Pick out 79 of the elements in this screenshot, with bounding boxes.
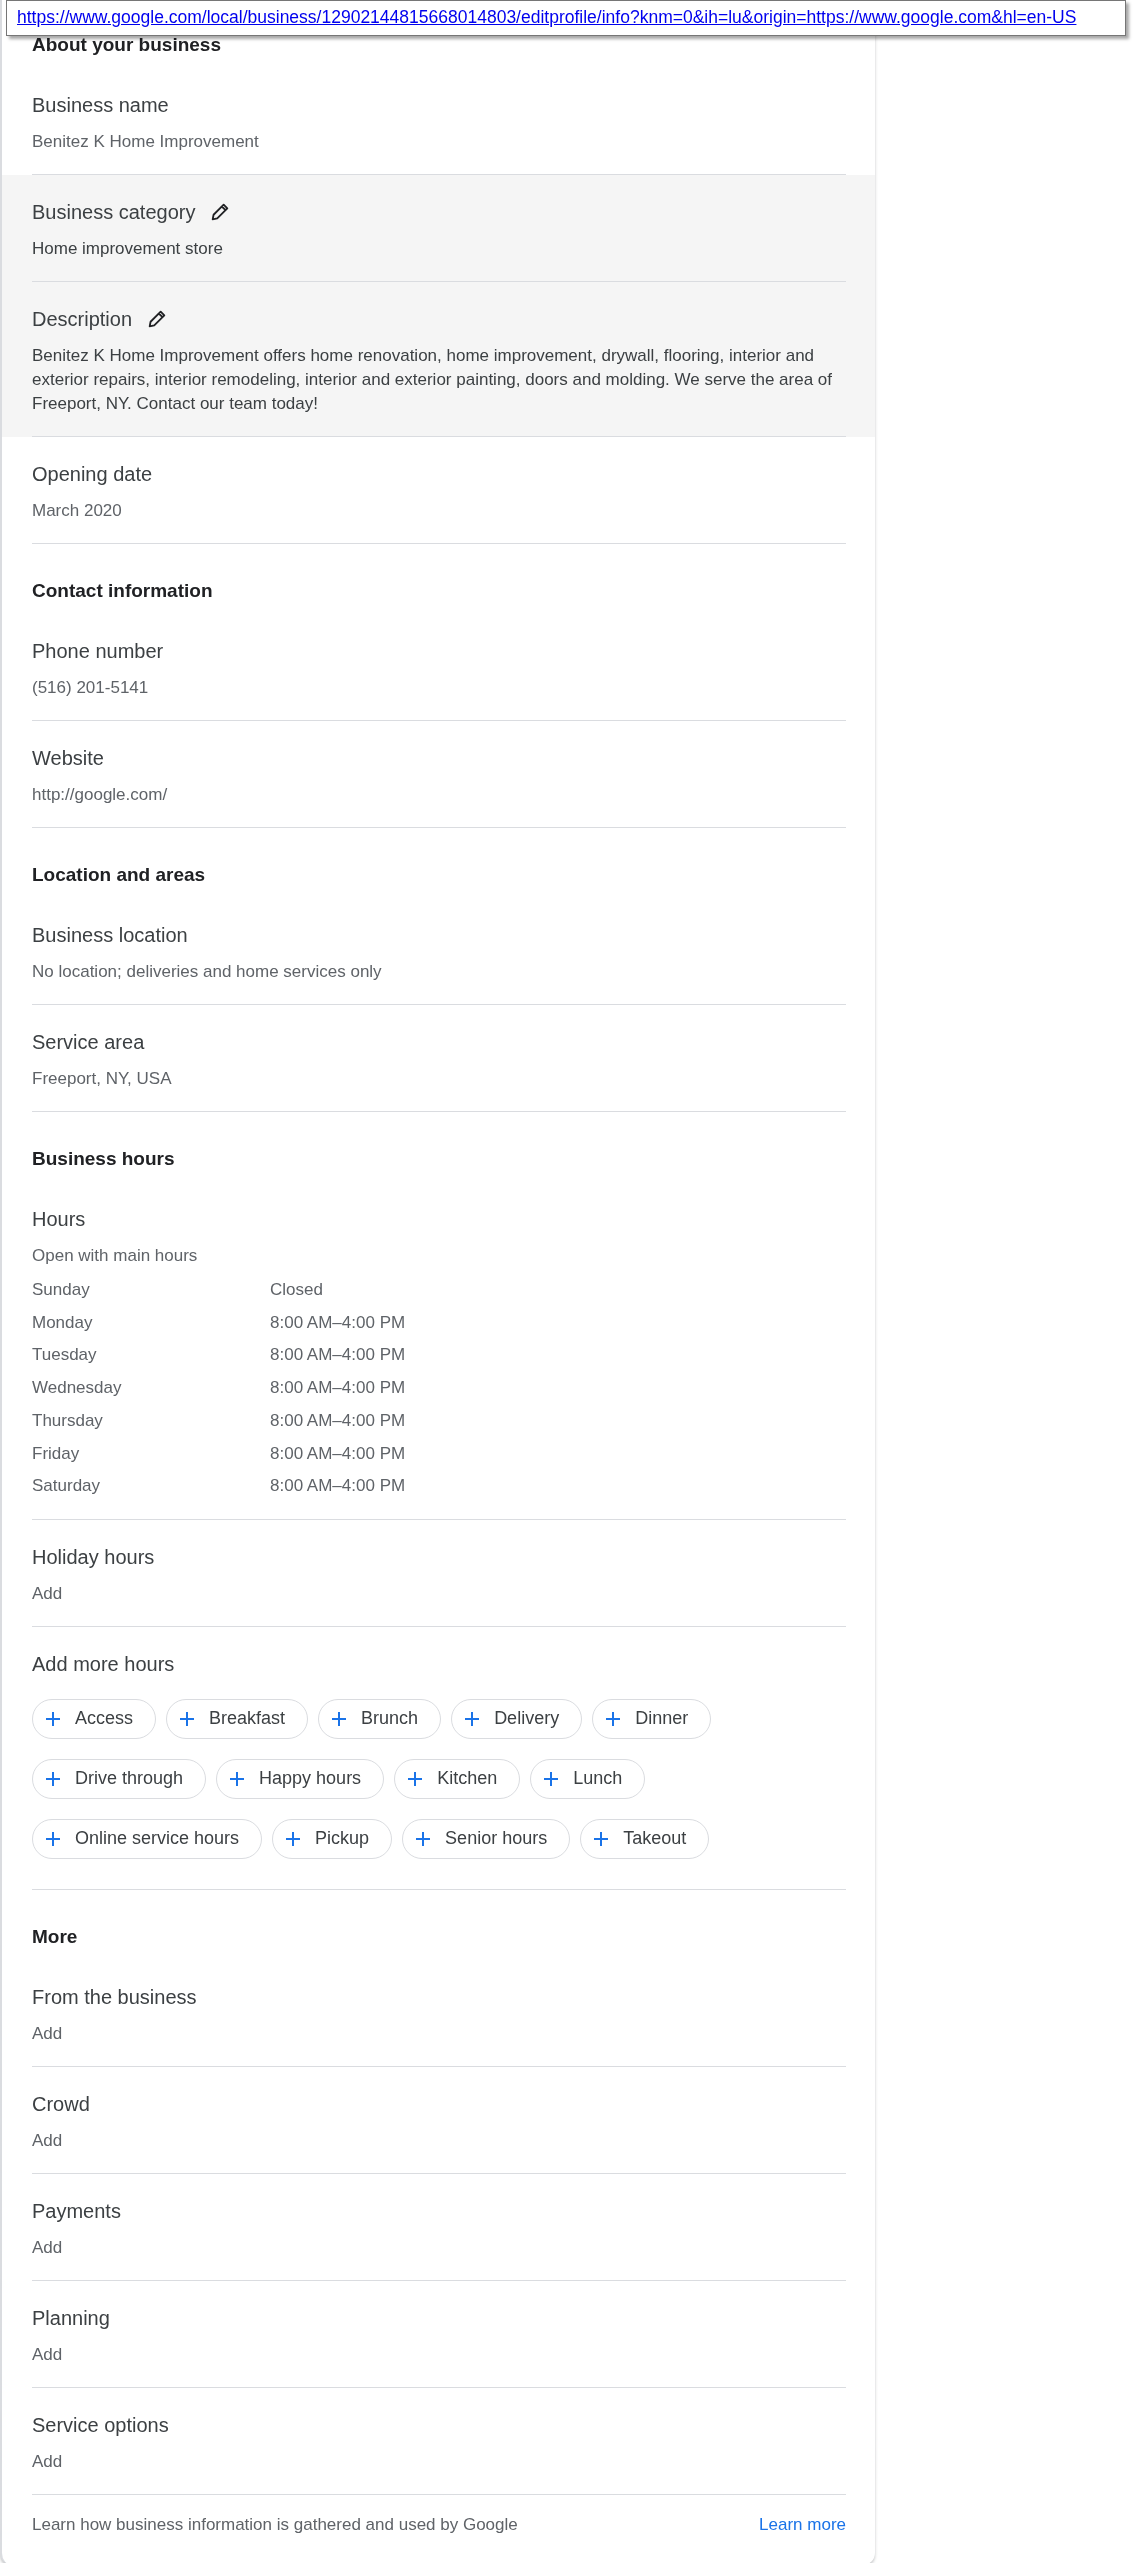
field-value: No location; deliveries and home services only <box>32 961 383 983</box>
field-value: March 2020 <box>32 500 123 522</box>
field-value: Add <box>32 2450 64 2473</box>
section-heading: Contact information <box>31 579 214 603</box>
add-hours-chip[interactable]: Brunch <box>318 1698 442 1739</box>
plus-icon <box>464 1710 481 1727</box>
add-hours-chip[interactable]: Online service hours <box>32 1818 263 1859</box>
day-name: Thursday <box>32 1409 104 1432</box>
plus-icon <box>285 1830 302 1847</box>
field-value: Add <box>32 2343 64 2366</box>
field-label: Description <box>32 307 133 332</box>
day-name: Friday <box>32 1442 81 1465</box>
field-label: Service options <box>32 2412 169 2438</box>
field-label: Business name <box>32 93 169 118</box>
field-value: Freeport, NY, USA <box>32 1068 173 1090</box>
plus-icon <box>45 1830 61 1847</box>
hours-note: Open with main hours <box>32 1245 199 1267</box>
plus-icon <box>229 1770 246 1787</box>
day-name: Saturday <box>32 1475 102 1498</box>
plus-icon <box>331 1710 348 1727</box>
learn-more-link[interactable]: Learn more <box>759 2514 846 2535</box>
field-value: Home improvement store <box>32 238 224 260</box>
add-hours-chip[interactable]: Dinner <box>592 1698 712 1739</box>
field-label: Add more hours <box>32 1651 175 1677</box>
url-link[interactable]: https://www.google.com/local/business/12902144815668014803/editprofile/info?knm=0&ih=lu&origin=https://www.google.com&hl=en-US <box>17 7 1077 27</box>
field-value: Add <box>32 2022 64 2045</box>
section-heading: About your business <box>31 33 222 57</box>
day-name: Tuesday <box>32 1344 98 1367</box>
section-heading: Business hours <box>31 1147 176 1171</box>
field-label: Business category <box>32 200 196 225</box>
plus-icon <box>543 1770 560 1787</box>
field-label: Phone number <box>32 639 164 664</box>
field-value: Add <box>32 2129 64 2152</box>
field-label: Hours <box>32 1207 86 1232</box>
add-hours-chip[interactable]: Senior hours <box>402 1818 571 1859</box>
add-hours-chip[interactable]: Drive through <box>32 1758 207 1799</box>
plus-icon <box>179 1710 196 1727</box>
field-value: (516) 201-5141 <box>32 677 150 699</box>
add-hours-chip[interactable]: Breakfast <box>166 1698 309 1739</box>
field-value: Benitez K Home Improvement <box>32 131 260 153</box>
add-hours-chip[interactable]: Takeout <box>580 1818 710 1859</box>
hours-time: 8:00 AM–4:00 PM <box>270 1475 406 1498</box>
footer-text: Learn how business information is gathered and used by Google <box>32 2514 518 2535</box>
plus-icon <box>407 1770 424 1787</box>
hours-time: 8:00 AM–4:00 PM <box>270 1344 406 1367</box>
add-hours-chip[interactable]: Access <box>32 1698 157 1739</box>
add-hours-chip[interactable]: Pickup <box>272 1818 393 1859</box>
plus-icon <box>605 1710 622 1727</box>
day-name: Wednesday <box>32 1377 123 1400</box>
add-hours-chip[interactable]: Delivery <box>451 1698 583 1739</box>
hours-time: 8:00 AM–4:00 PM <box>270 1442 406 1465</box>
hours-time: 8:00 AM–4:00 PM <box>270 1377 406 1400</box>
add-hours-chip[interactable]: Kitchen <box>394 1758 521 1799</box>
plus-icon <box>45 1710 61 1727</box>
hours-time: 8:00 AM–4:00 PM <box>270 1409 406 1432</box>
field-label: Planning <box>32 2305 110 2331</box>
field-label: Business location <box>32 923 188 948</box>
plus-icon <box>415 1830 432 1847</box>
field-value: http://google.com/ <box>32 784 169 806</box>
add-hours-chip[interactable]: Lunch <box>530 1758 646 1799</box>
field-label: Service area <box>32 1030 145 1055</box>
field-value: Benitez K Home Improvement offers home renovation, home improvement, drywall, flooring, interior and exterior repairs, interior remodeling, interior and exterior painting, doors and molding. We serve the area of Freeport, NY. Contact our team today! <box>32 345 834 415</box>
field-value: Add <box>32 2236 64 2259</box>
section-heading: Location and areas <box>31 863 207 887</box>
hours-time: Closed <box>270 1279 323 1301</box>
field-label: Payments <box>32 2198 121 2224</box>
field-label: Holiday hours <box>32 1544 155 1570</box>
plus-icon <box>593 1830 610 1847</box>
field-value: Add <box>32 1582 64 1605</box>
section-heading: More <box>31 1924 79 1949</box>
day-name: Monday <box>32 1311 94 1334</box>
add-hours-chip[interactable]: Happy hours <box>216 1758 385 1799</box>
field-label: Opening date <box>32 462 153 487</box>
day-name: Sunday <box>32 1279 91 1301</box>
field-label: Website <box>32 746 104 771</box>
field-label: Crowd <box>32 2091 90 2117</box>
plus-icon <box>45 1770 61 1787</box>
field-label: From the business <box>32 1984 197 2010</box>
hours-time: 8:00 AM–4:00 PM <box>270 1311 406 1334</box>
